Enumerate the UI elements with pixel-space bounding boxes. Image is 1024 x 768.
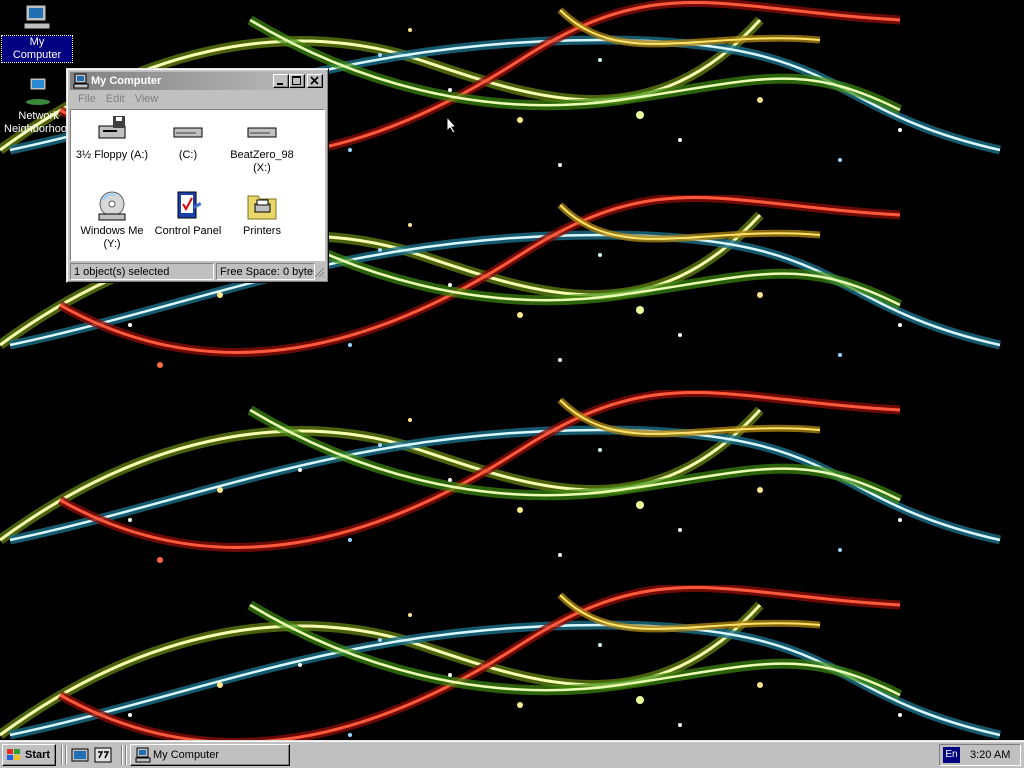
my-computer-window[interactable]: My Computer File Edit View 3½ Floppy (A:… bbox=[66, 68, 329, 283]
my-computer-icon bbox=[135, 747, 151, 763]
minimize-button[interactable] bbox=[273, 74, 289, 88]
mouse-cursor-icon bbox=[446, 116, 458, 134]
task-label: My Computer bbox=[153, 749, 220, 761]
maximize-icon bbox=[292, 76, 301, 85]
item-label: Control Panel bbox=[154, 225, 222, 237]
taskbar-separator bbox=[65, 745, 67, 765]
item-label: Printers bbox=[243, 225, 281, 237]
show-desktop-icon[interactable] bbox=[71, 746, 89, 764]
item-drive-x[interactable]: BeatZero_98 (X:) bbox=[223, 114, 301, 175]
item-label: 3½ Floppy (A:) bbox=[75, 149, 149, 161]
desktop-icon-my-computer[interactable]: My Computer bbox=[1, 2, 73, 63]
minimize-icon bbox=[277, 83, 283, 85]
desktop-icon-label: Network Neighborhood bbox=[4, 110, 74, 135]
start-label: Start bbox=[25, 749, 51, 761]
desktop-icon-label: My Computer bbox=[1, 35, 73, 63]
taskbar-separator bbox=[121, 745, 123, 765]
taskbar: Start My Computer En 3:20 AM bbox=[0, 740, 1024, 768]
printers-folder-icon bbox=[247, 195, 277, 220]
hard-drive-icon bbox=[173, 127, 203, 138]
close-icon bbox=[310, 76, 319, 85]
window-title: My Computer bbox=[91, 75, 162, 87]
item-drive-c[interactable]: (C:) bbox=[149, 114, 227, 162]
taskbar-separator bbox=[61, 745, 63, 765]
window-titlebar[interactable]: My Computer bbox=[70, 72, 325, 90]
floppy-drive-icon bbox=[98, 116, 126, 139]
desktop[interactable]: My Computer Network Neighborhood My Comp… bbox=[0, 0, 1024, 740]
item-label: BeatZero_98 (X:) bbox=[230, 149, 294, 174]
item-label: Windows Me (Y:) bbox=[80, 225, 144, 250]
archive-tool-icon[interactable] bbox=[94, 746, 112, 764]
close-button[interactable] bbox=[307, 74, 323, 88]
my-computer-icon bbox=[23, 4, 51, 30]
taskbar-separator bbox=[125, 745, 127, 765]
status-selection: 1 object(s) selected bbox=[70, 263, 214, 280]
maximize-button[interactable] bbox=[289, 74, 305, 88]
taskbar-button-my-computer[interactable]: My Computer bbox=[130, 744, 290, 766]
resize-grip-icon[interactable] bbox=[314, 267, 325, 278]
item-label: (C:) bbox=[178, 149, 198, 161]
status-bar: 1 object(s) selected Free Space: 0 bytes bbox=[70, 263, 325, 280]
item-printers[interactable]: Printers bbox=[223, 190, 301, 238]
status-free-space: Free Space: 0 bytes bbox=[216, 263, 315, 280]
start-button[interactable]: Start bbox=[2, 744, 56, 766]
item-floppy[interactable]: 3½ Floppy (A:) bbox=[73, 114, 151, 162]
system-tray: En 3:20 AM bbox=[939, 744, 1021, 766]
my-computer-icon bbox=[73, 73, 89, 89]
item-cd-drive[interactable]: Windows Me (Y:) bbox=[73, 190, 151, 251]
menu-view[interactable]: View bbox=[130, 91, 164, 108]
clock[interactable]: 3:20 AM bbox=[970, 745, 1010, 765]
windows-logo-icon bbox=[7, 749, 20, 760]
menu-bar: File Edit View bbox=[70, 91, 325, 108]
control-panel-icon bbox=[177, 191, 202, 219]
hard-drive-icon bbox=[247, 127, 277, 138]
drive-list[interactable]: 3½ Floppy (A:) (C:) BeatZero_98 (X:) Win… bbox=[70, 109, 325, 261]
desktop-icon-network-neighborhood[interactable]: Network Neighborhood bbox=[2, 76, 74, 136]
item-control-panel[interactable]: Control Panel bbox=[149, 190, 227, 238]
cd-drive-icon bbox=[98, 191, 126, 221]
menu-file[interactable]: File bbox=[70, 91, 101, 108]
network-neighborhood-icon bbox=[26, 77, 50, 105]
menu-edit[interactable]: Edit bbox=[101, 91, 130, 108]
language-indicator[interactable]: En bbox=[943, 747, 960, 763]
